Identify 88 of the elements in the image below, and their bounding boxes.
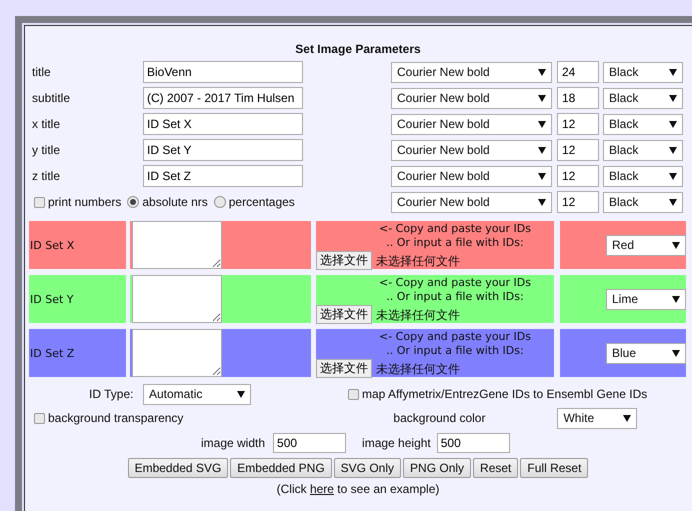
font-select[interactable]: Courier New bold <box>391 192 552 212</box>
color-select[interactable]: Black <box>603 140 683 160</box>
text-field[interactable]: (C) 2007 - 2017 Tim Hulsen <box>143 87 303 109</box>
size-field[interactable]: 12 <box>557 165 599 187</box>
background-color-label: background color <box>393 411 486 425</box>
choose-file-button[interactable]: 选择文件 <box>316 305 372 324</box>
color-select[interactable]: Black <box>603 192 683 212</box>
map-ids-checkbox[interactable]: map Affymetrix/EntrezGene IDs to Ensembl Gene IDs <box>348 387 648 401</box>
example-link[interactable]: here <box>310 482 334 496</box>
field-label: title <box>31 65 52 79</box>
action-button[interactable]: PNG Only <box>403 458 472 478</box>
caret-icon <box>669 68 677 76</box>
size-field[interactable]: 18 <box>557 87 599 109</box>
caret-icon <box>538 172 546 180</box>
field-label: x title <box>31 117 62 131</box>
hint-text: <- Copy and paste your IDs <box>379 330 531 344</box>
size-field[interactable]: 12 <box>557 139 599 161</box>
color-select[interactable]: Black <box>603 88 683 108</box>
size-field[interactable]: 12 <box>557 113 599 135</box>
font-select[interactable]: Courier New bold <box>391 62 552 82</box>
image-height-field[interactable]: 500 <box>436 432 510 452</box>
caret-icon <box>669 172 677 180</box>
background-color-select[interactable]: White <box>557 408 638 428</box>
choose-file-button[interactable]: 选择文件 <box>316 359 372 378</box>
caret-icon <box>538 120 546 128</box>
action-button[interactable]: SVG Only <box>334 458 402 478</box>
color-select[interactable]: Lime <box>606 288 686 310</box>
ids-input-field[interactable] <box>132 329 222 377</box>
form-heading: Set Image Parameters <box>294 42 422 58</box>
file-status: 未选择任何文件 <box>376 362 460 376</box>
hint-text: .. Or input a file with IDs: <box>386 236 524 250</box>
font-select[interactable]: Courier New bold <box>391 140 552 160</box>
caret-icon <box>623 414 632 422</box>
mode-radio[interactable]: percentages <box>214 195 295 209</box>
caret-icon <box>538 94 546 102</box>
set-label-cell: ID Set Y <box>29 275 126 323</box>
text-field[interactable]: ID Set X <box>143 113 303 135</box>
caret-icon <box>669 198 677 206</box>
color-select[interactable]: Black <box>603 114 683 134</box>
action-button[interactable]: Full Reset <box>520 458 588 478</box>
choose-file-button[interactable]: 选择文件 <box>316 251 372 270</box>
caret-icon <box>538 198 546 206</box>
color-select[interactable]: Blue <box>606 342 686 364</box>
color-select[interactable]: Black <box>603 62 683 82</box>
font-select[interactable]: Courier New bold <box>391 114 552 134</box>
mode-radio[interactable]: absolute nrs <box>127 195 208 209</box>
size-field[interactable]: 24 <box>557 61 599 83</box>
file-status: 未选择任何文件 <box>376 254 460 268</box>
caret-icon <box>669 120 677 128</box>
caret-icon <box>672 296 680 302</box>
hint-text: .. Or input a file with IDs: <box>386 290 524 304</box>
image-height-label: image height <box>362 436 431 450</box>
action-button[interactable]: Embedded PNG <box>230 458 332 478</box>
hint-text: <- Copy and paste your IDs <box>379 222 531 236</box>
font-select[interactable]: Courier New bold <box>391 166 552 186</box>
id-type-label: ID Type: <box>89 387 134 401</box>
image-width-field[interactable]: 500 <box>273 432 346 452</box>
file-status: 未选择任何文件 <box>376 308 460 322</box>
set-label-cell: ID Set X <box>29 221 126 269</box>
caret-icon <box>538 146 546 154</box>
caret-icon <box>237 390 245 398</box>
size-field[interactable]: 12 <box>557 191 599 213</box>
transparency-checkbox[interactable]: background transparency <box>34 411 184 425</box>
action-button[interactable]: Embedded SVG <box>128 458 228 478</box>
caret-icon <box>669 94 677 102</box>
ids-input-field[interactable] <box>132 221 222 269</box>
color-select[interactable]: Black <box>603 166 683 186</box>
caret-icon <box>672 242 680 248</box>
text-field[interactable]: BioVenn <box>143 61 303 83</box>
caret-icon <box>538 68 546 76</box>
font-select[interactable]: Courier New bold <box>391 88 552 108</box>
action-button[interactable]: Reset <box>473 458 518 478</box>
caret-icon <box>669 146 677 154</box>
image-width-label: image width <box>201 436 266 450</box>
ids-input-field[interactable] <box>132 275 222 323</box>
text-field[interactable]: ID Set Y <box>143 139 303 161</box>
text-field[interactable]: ID Set Z <box>143 165 303 187</box>
color-select[interactable]: Red <box>606 234 686 256</box>
hint-text: .. Or input a file with IDs: <box>386 344 524 358</box>
field-label: subtitle <box>31 91 72 105</box>
set-label-cell: ID Set Z <box>29 329 126 377</box>
field-label: z title <box>31 169 62 183</box>
example-note: (Click here to see an example) <box>276 482 440 496</box>
print-numbers-checkbox[interactable]: print numbers <box>34 195 122 209</box>
id-type-select[interactable]: Automatic <box>143 384 251 404</box>
hint-text: <- Copy and paste your IDs <box>379 276 531 290</box>
caret-icon <box>672 350 680 356</box>
field-label: y title <box>31 143 62 157</box>
